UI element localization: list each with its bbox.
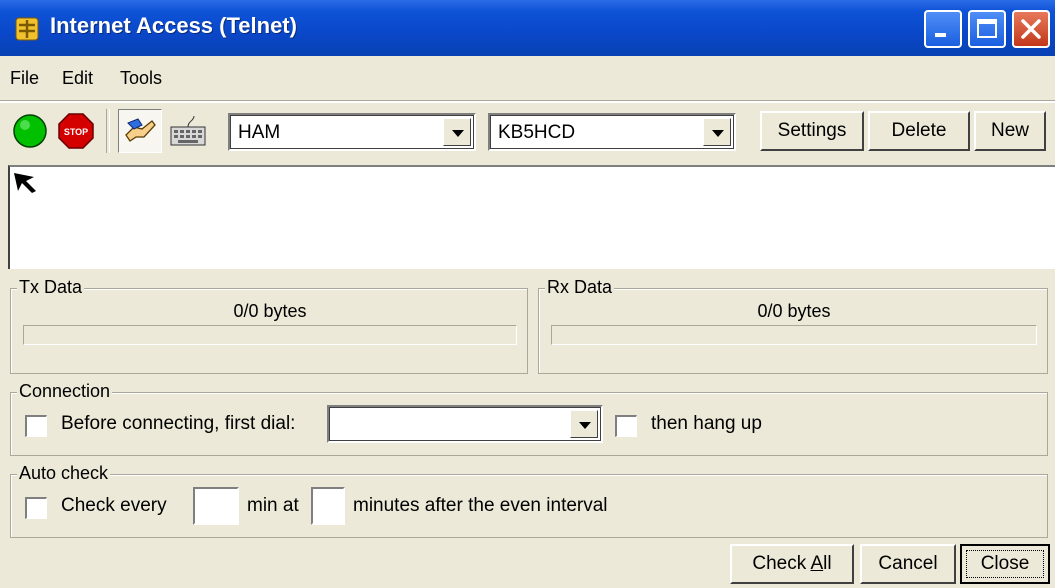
close-icon — [1021, 19, 1041, 39]
minimize-icon — [935, 33, 946, 37]
settings-button[interactable]: Settings — [760, 111, 864, 151]
go-icon[interactable] — [10, 111, 50, 151]
delete-button[interactable]: Delete — [868, 111, 970, 151]
minutes-offset-input[interactable] — [311, 487, 345, 525]
maximize-icon — [977, 19, 997, 38]
chevron-down-icon[interactable] — [570, 410, 598, 438]
check-all-suffix: ll — [823, 553, 832, 574]
stop-icon[interactable]: STOP — [56, 111, 96, 151]
connection-label: Connection — [17, 381, 113, 402]
window-title: Internet Access (Telnet) — [50, 13, 297, 38]
app-icon — [15, 17, 39, 41]
tx-data-group: Tx Data 0/0 bytes — [10, 277, 528, 374]
min-at-label: min at — [247, 495, 299, 516]
menu-file[interactable]: File — [10, 68, 39, 89]
toolbar: STOP HAM KB5HCD Settings Delete New — [0, 103, 1055, 159]
rx-data-label: Rx Data — [545, 277, 615, 298]
profile-value: HAM — [238, 122, 281, 143]
menu-bar: File Edit Tools — [0, 56, 1055, 100]
dial-select[interactable] — [327, 405, 603, 443]
check-every-label: Check every — [61, 495, 167, 516]
auto-check-label: Auto check — [17, 463, 111, 484]
tx-progress-bar — [23, 325, 517, 345]
chevron-down-icon[interactable] — [443, 118, 471, 146]
connection-group: Connection Before connecting, first dial… — [10, 381, 1048, 456]
maximize-button[interactable] — [968, 10, 1006, 48]
check-interval-input[interactable] — [193, 487, 239, 525]
telnet-window: Internet Access (Telnet) File Edit Tools… — [0, 0, 1055, 588]
menu-tools[interactable]: Tools — [120, 68, 162, 89]
dial-first-checkbox[interactable] — [25, 415, 47, 437]
dial-first-label: Before connecting, first dial: — [61, 413, 296, 434]
rx-bytes: 0/0 bytes — [757, 301, 831, 321]
auto-check-checkbox[interactable] — [25, 497, 47, 519]
handshake-icon — [125, 118, 156, 142]
new-button[interactable]: New — [974, 111, 1046, 151]
minimize-button[interactable] — [924, 10, 962, 48]
menu-edit[interactable]: Edit — [62, 68, 93, 89]
callsign-value: KB5HCD — [498, 122, 576, 143]
after-interval-label: minutes after the even interval — [353, 495, 608, 516]
hang-up-label: then hang up — [651, 413, 762, 434]
title-bar[interactable]: Internet Access (Telnet) — [0, 0, 1055, 56]
tx-bytes: 0/0 bytes — [233, 301, 307, 321]
callsign-select[interactable]: KB5HCD — [488, 113, 736, 151]
auto-check-group: Auto check Check every min at minutes af… — [10, 463, 1048, 538]
tx-data-label: Tx Data — [17, 277, 85, 298]
check-all-accelerator: A — [810, 553, 824, 574]
check-all-button[interactable]: Check All — [730, 544, 854, 584]
keyboard-icon[interactable] — [168, 111, 208, 151]
stop-label: STOP — [64, 127, 88, 137]
terminal-output[interactable] — [8, 165, 1055, 269]
close-button[interactable]: Close — [960, 544, 1050, 584]
check-all-prefix: Check — [752, 553, 811, 574]
hang-up-checkbox[interactable] — [615, 415, 637, 437]
cancel-button[interactable]: Cancel — [860, 544, 956, 584]
toolbar-divider — [106, 109, 110, 153]
chevron-down-icon[interactable] — [703, 118, 731, 146]
close-window-button[interactable] — [1012, 10, 1050, 48]
connect-mode-toggle[interactable] — [118, 109, 162, 153]
profile-select[interactable]: HAM — [228, 113, 476, 151]
rx-data-group: Rx Data 0/0 bytes — [538, 277, 1048, 374]
cursor-icon — [14, 173, 36, 193]
rx-progress-bar — [551, 325, 1037, 345]
